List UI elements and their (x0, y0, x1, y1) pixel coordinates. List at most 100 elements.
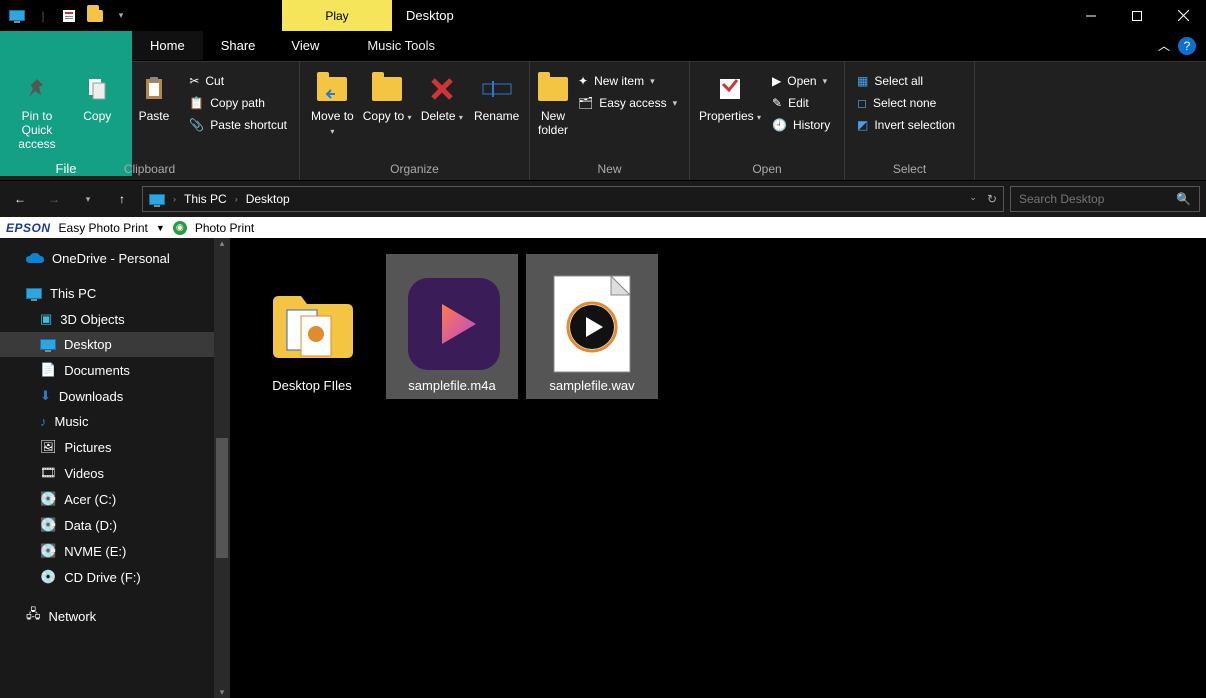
navigation-pane: OneDrive - Personal This PC ▣3D Objects … (0, 238, 230, 698)
easy-access-button[interactable]: 🗂Easy access (574, 94, 681, 112)
recent-locations-button[interactable]: ▾ (74, 185, 102, 213)
pin-quick-access-button[interactable]: Pin to Quick access (8, 68, 66, 151)
tab-home[interactable]: Home (132, 31, 203, 60)
sidebar-item-music[interactable]: ♪Music (0, 409, 230, 434)
file-item-folder[interactable]: Desktop FIles (246, 254, 378, 399)
collapse-ribbon-icon[interactable]: ︿ (1158, 37, 1170, 54)
drive-icon: 💽 (40, 517, 56, 533)
contextual-tab-play[interactable]: Play (282, 0, 392, 31)
epson-easy-print-button[interactable]: Easy Photo Print (59, 221, 148, 235)
search-box[interactable]: 🔍 (1010, 186, 1200, 212)
cd-icon: 💿 (40, 569, 56, 585)
rename-button[interactable]: Rename (472, 68, 521, 123)
chevron-right-icon[interactable]: › (173, 194, 176, 204)
select-none-icon: ◻ (857, 96, 867, 110)
search-input[interactable] (1019, 192, 1169, 206)
maximize-button[interactable] (1114, 0, 1160, 31)
ribbon-tabs: File Home Share View Music Tools ︿ ? (0, 31, 1206, 61)
file-item-wav[interactable]: samplefile.wav (526, 254, 658, 399)
tab-view[interactable]: View (273, 31, 337, 60)
picture-icon: 🖼 (40, 439, 57, 455)
sidebar-item-pictures[interactable]: 🖼Pictures (0, 434, 230, 460)
file-item-m4a[interactable]: samplefile.m4a (386, 254, 518, 399)
sidebar-item-drive-c[interactable]: 💽Acer (C:) (0, 486, 230, 512)
select-all-icon: ▦ (857, 74, 868, 88)
qat-newfolder-icon[interactable] (84, 5, 106, 27)
navigation-row: ← → ▾ ↑ › This PC › Desktop ⌄ ↻ 🔍 (0, 181, 1206, 217)
easy-access-icon: 🗂 (578, 96, 593, 110)
window-title: Desktop (392, 0, 454, 31)
drive-icon: 💽 (40, 491, 56, 507)
file-list-pane[interactable]: Desktop FIles samplefile.m4a samplefile.… (230, 238, 1206, 698)
sidebar-item-3d-objects[interactable]: ▣3D Objects (0, 306, 230, 332)
close-button[interactable] (1160, 0, 1206, 31)
sidebar-item-onedrive[interactable]: OneDrive - Personal (0, 246, 230, 271)
address-bar[interactable]: › This PC › Desktop ⌄ ↻ (142, 186, 1004, 212)
epson-dropdown-icon[interactable]: ▼ (156, 223, 165, 233)
forward-button[interactable]: → (40, 185, 68, 213)
sidebar-item-videos[interactable]: 🎞Videos (0, 460, 230, 486)
search-icon[interactable]: 🔍 (1176, 192, 1191, 206)
minimize-button[interactable] (1068, 0, 1114, 31)
paste-shortcut-button[interactable]: 📎Paste shortcut (185, 116, 291, 134)
qat-separator: | (32, 5, 54, 27)
file-name-label: samplefile.m4a (408, 378, 495, 393)
paste-button[interactable]: Paste (129, 68, 180, 123)
sidebar-scrollbar[interactable]: ▴ ▾ (214, 238, 230, 698)
cloud-icon (26, 253, 44, 265)
delete-button[interactable]: Delete ▾ (418, 68, 467, 123)
cut-button[interactable]: ✂Cut (185, 72, 291, 90)
app-icon (6, 5, 28, 27)
refresh-icon[interactable]: ↻ (987, 192, 997, 206)
select-none-button[interactable]: ◻Select none (853, 94, 959, 112)
copy-button[interactable]: Copy (72, 68, 123, 123)
help-icon[interactable]: ? (1178, 37, 1196, 55)
quick-access-toolbar: | ▾ (0, 0, 132, 31)
edit-button[interactable]: ✎Edit (768, 94, 834, 112)
sidebar-item-desktop[interactable]: Desktop (0, 332, 230, 357)
properties-button[interactable]: Properties ▾ (698, 68, 762, 123)
invert-selection-button[interactable]: ◩Invert selection (853, 116, 959, 134)
download-icon: ⬇ (40, 388, 51, 404)
file-name-label: Desktop FIles (272, 378, 351, 393)
copy-path-button[interactable]: 📋Copy path (185, 94, 291, 112)
sidebar-item-network[interactable]: 🖧Network (0, 600, 230, 632)
sidebar-item-drive-e[interactable]: 💽NVME (E:) (0, 538, 230, 564)
edit-icon: ✎ (772, 96, 782, 110)
sidebar-item-downloads[interactable]: ⬇Downloads (0, 383, 230, 409)
qat-dropdown-icon[interactable]: ▾ (110, 5, 132, 27)
sidebar-item-drive-d[interactable]: 💽Data (D:) (0, 512, 230, 538)
invert-icon: ◩ (857, 118, 868, 132)
monitor-icon (26, 288, 42, 299)
breadcrumb-this-pc[interactable]: This PC (184, 192, 227, 206)
scissors-icon: ✂ (189, 74, 199, 88)
sidebar-item-documents[interactable]: 📄Documents (0, 357, 230, 383)
new-folder-button[interactable]: New folder (538, 68, 568, 137)
open-button[interactable]: ▶Open (768, 72, 834, 90)
tab-music-tools[interactable]: Music Tools (349, 31, 453, 60)
copy-to-button[interactable]: Copy to ▾ (363, 68, 412, 123)
sidebar-item-this-pc[interactable]: This PC (0, 281, 230, 306)
select-all-button[interactable]: ▦Select all (853, 72, 959, 90)
epson-photo-print-button[interactable]: Photo Print (195, 221, 254, 235)
shortcut-icon: 📎 (189, 118, 204, 132)
new-item-button[interactable]: ✦New item (574, 72, 681, 90)
chevron-right-icon[interactable]: › (235, 194, 238, 204)
group-organize-label: Organize (300, 160, 529, 180)
breadcrumb-desktop[interactable]: Desktop (246, 192, 290, 206)
folder-icon (264, 276, 360, 372)
file-name-label: samplefile.wav (549, 378, 634, 393)
epson-toolbar: EPSON Easy Photo Print ▼ ◉ Photo Print (0, 217, 1206, 238)
up-button[interactable]: ↑ (108, 185, 136, 213)
move-to-button[interactable]: Move to ▾ (308, 68, 357, 137)
back-button[interactable]: ← (6, 185, 34, 213)
music-icon: ♪ (40, 414, 47, 429)
scrollbar-thumb[interactable] (216, 438, 228, 558)
qat-properties-icon[interactable] (58, 5, 80, 27)
tab-share[interactable]: Share (203, 31, 274, 60)
wav-icon (544, 276, 640, 372)
address-dropdown-icon[interactable]: ⌄ (969, 192, 977, 206)
history-button[interactable]: 🕘History (768, 116, 834, 134)
sidebar-item-drive-f[interactable]: 💿CD Drive (F:) (0, 564, 230, 590)
pc-icon (149, 194, 165, 205)
